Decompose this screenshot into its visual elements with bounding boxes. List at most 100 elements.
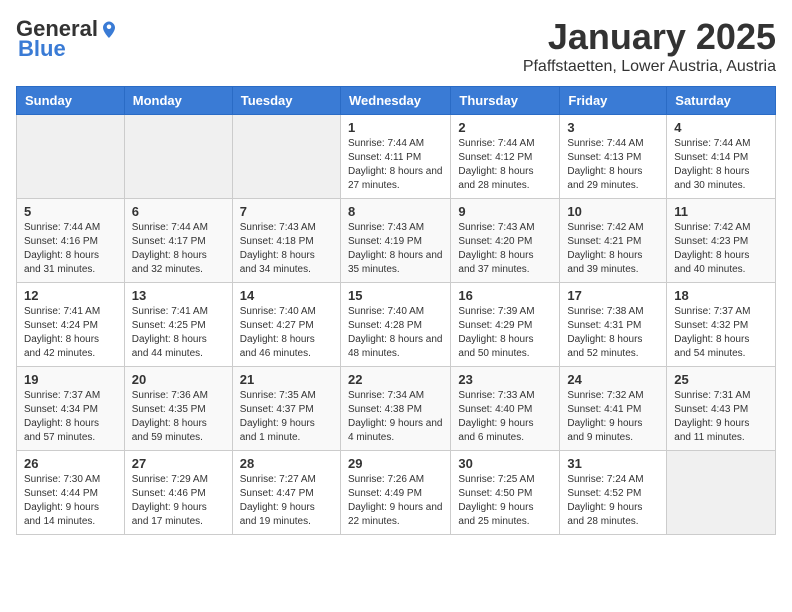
day-info: Sunrise: 7:44 AM Sunset: 4:16 PM Dayligh… — [24, 221, 117, 277]
day-number: 15 — [348, 288, 443, 303]
day-number: 16 — [458, 288, 552, 303]
day-number: 31 — [567, 456, 659, 471]
table-row: 15 Sunrise: 7:40 AM Sunset: 4:28 PM Dayli… — [340, 283, 450, 367]
calendar-table: Sunday Monday Tuesday Wednesday Thursday… — [16, 86, 776, 535]
day-info: Sunrise: 7:26 AM Sunset: 4:49 PM Dayligh… — [348, 473, 443, 529]
table-row: 14 Sunrise: 7:40 AM Sunset: 4:27 PM Dayli… — [232, 283, 340, 367]
table-row: 8Sunrise: 7:43 AM Sunset: 4:19 PM Daylig… — [340, 199, 450, 283]
day-number: 24 — [567, 372, 659, 387]
day-number: 7 — [240, 204, 333, 219]
day-info: Sunrise: 7:38 AM Sunset: 4:31 PM Dayligh… — [567, 305, 659, 361]
day-info: Sunrise: 7:30 AM Sunset: 4:44 PM Dayligh… — [24, 473, 117, 529]
day-number: 13 — [132, 288, 225, 303]
day-info: Sunrise: 7:33 AM Sunset: 4:40 PM Dayligh… — [458, 389, 552, 445]
day-number: 2 — [458, 120, 552, 135]
table-row: 22 Sunrise: 7:34 AM Sunset: 4:38 PM Dayli… — [340, 367, 450, 451]
day-info: Sunrise: 7:27 AM Sunset: 4:47 PM Dayligh… — [240, 473, 333, 529]
header-tuesday: Tuesday — [232, 87, 340, 115]
table-row: 28 Sunrise: 7:27 AM Sunset: 4:47 PM Dayli… — [232, 451, 340, 535]
logo-blue-text: Blue — [18, 36, 66, 62]
day-number: 22 — [348, 372, 443, 387]
table-row: 21 Sunrise: 7:35 AM Sunset: 4:37 PM Dayli… — [232, 367, 340, 451]
header-sunday: Sunday — [17, 87, 125, 115]
table-row — [124, 115, 232, 199]
day-number: 21 — [240, 372, 333, 387]
day-info: Sunrise: 7:44 AM Sunset: 4:11 PM Dayligh… — [348, 137, 443, 193]
table-row: 4 Sunrise: 7:44 AM Sunset: 4:14 PM Daylig… — [667, 115, 776, 199]
table-row: 2 Sunrise: 7:44 AM Sunset: 4:12 PM Daylig… — [451, 115, 560, 199]
day-info: Sunrise: 7:35 AM Sunset: 4:37 PM Dayligh… — [240, 389, 333, 445]
day-number: 8 — [348, 204, 443, 219]
calendar-week-row: 1 Sunrise: 7:44 AM Sunset: 4:11 PM Daylig… — [17, 115, 776, 199]
day-number: 25 — [674, 372, 768, 387]
table-row: 6 Sunrise: 7:44 AM Sunset: 4:17 PM Daylig… — [124, 199, 232, 283]
table-row: 25 Sunrise: 7:31 AM Sunset: 4:43 PM Dayli… — [667, 367, 776, 451]
table-row: 1 Sunrise: 7:44 AM Sunset: 4:11 PM Daylig… — [340, 115, 450, 199]
day-info: Sunrise: 7:25 AM Sunset: 4:50 PM Dayligh… — [458, 473, 552, 529]
day-info: Sunrise: 7:32 AM Sunset: 4:41 PM Dayligh… — [567, 389, 659, 445]
day-number: 20 — [132, 372, 225, 387]
day-info: Sunrise: 7:37 AM Sunset: 4:32 PM Dayligh… — [674, 305, 768, 361]
table-row: 18Sunrise: 7:37 AM Sunset: 4:32 PM Dayli… — [667, 283, 776, 367]
header-monday: Monday — [124, 87, 232, 115]
table-row: 23 Sunrise: 7:33 AM Sunset: 4:40 PM Dayli… — [451, 367, 560, 451]
day-number: 10 — [567, 204, 659, 219]
table-row — [232, 115, 340, 199]
day-info: Sunrise: 7:40 AM Sunset: 4:27 PM Dayligh… — [240, 305, 333, 361]
page-header: General Blue January 2025 Pfaffstaetten,… — [16, 16, 776, 76]
header-thursday: Thursday — [451, 87, 560, 115]
table-row: 24 Sunrise: 7:32 AM Sunset: 4:41 PM Dayli… — [560, 367, 667, 451]
table-row: 13Sunrise: 7:41 AM Sunset: 4:25 PM Dayli… — [124, 283, 232, 367]
day-info: Sunrise: 7:44 AM Sunset: 4:17 PM Dayligh… — [132, 221, 225, 277]
day-number: 17 — [567, 288, 659, 303]
table-row: 10Sunrise: 7:42 AM Sunset: 4:21 PM Dayli… — [560, 199, 667, 283]
table-row: 5 Sunrise: 7:44 AM Sunset: 4:16 PM Daylig… — [17, 199, 125, 283]
day-info: Sunrise: 7:34 AM Sunset: 4:38 PM Dayligh… — [348, 389, 443, 445]
table-row: 12 Sunrise: 7:41 AM Sunset: 4:24 PM Dayli… — [17, 283, 125, 367]
table-row: 19Sunrise: 7:37 AM Sunset: 4:34 PM Dayli… — [17, 367, 125, 451]
header-friday: Friday — [560, 87, 667, 115]
table-row: 26 Sunrise: 7:30 AM Sunset: 4:44 PM Dayli… — [17, 451, 125, 535]
day-info: Sunrise: 7:44 AM Sunset: 4:14 PM Dayligh… — [674, 137, 768, 193]
header-wednesday: Wednesday — [340, 87, 450, 115]
table-row: 29 Sunrise: 7:26 AM Sunset: 4:49 PM Dayli… — [340, 451, 450, 535]
day-number: 23 — [458, 372, 552, 387]
day-info: Sunrise: 7:31 AM Sunset: 4:43 PM Dayligh… — [674, 389, 768, 445]
logo: General Blue — [16, 16, 118, 62]
day-number: 4 — [674, 120, 768, 135]
day-number: 19 — [24, 372, 117, 387]
day-number: 28 — [240, 456, 333, 471]
location-title: Pfaffstaetten, Lower Austria, Austria — [523, 58, 776, 76]
day-number: 6 — [132, 204, 225, 219]
day-info: Sunrise: 7:39 AM Sunset: 4:29 PM Dayligh… — [458, 305, 552, 361]
table-row: 20 Sunrise: 7:36 AM Sunset: 4:35 PM Dayli… — [124, 367, 232, 451]
calendar-header-row: Sunday Monday Tuesday Wednesday Thursday… — [17, 87, 776, 115]
day-info: Sunrise: 7:42 AM Sunset: 4:23 PM Dayligh… — [674, 221, 768, 277]
table-row: 27Sunrise: 7:29 AM Sunset: 4:46 PM Dayli… — [124, 451, 232, 535]
day-number: 14 — [240, 288, 333, 303]
table-row: 16 Sunrise: 7:39 AM Sunset: 4:29 PM Dayli… — [451, 283, 560, 367]
table-row — [667, 451, 776, 535]
calendar-week-row: 26 Sunrise: 7:30 AM Sunset: 4:44 PM Dayli… — [17, 451, 776, 535]
day-number: 29 — [348, 456, 443, 471]
day-info: Sunrise: 7:29 AM Sunset: 4:46 PM Dayligh… — [132, 473, 225, 529]
table-row: 17 Sunrise: 7:38 AM Sunset: 4:31 PM Dayli… — [560, 283, 667, 367]
day-info: Sunrise: 7:43 AM Sunset: 4:20 PM Dayligh… — [458, 221, 552, 277]
day-info: Sunrise: 7:43 AM Sunset: 4:18 PM Dayligh… — [240, 221, 333, 277]
day-info: Sunrise: 7:41 AM Sunset: 4:24 PM Dayligh… — [24, 305, 117, 361]
day-number: 30 — [458, 456, 552, 471]
logo-icon — [100, 20, 118, 38]
table-row: 9 Sunrise: 7:43 AM Sunset: 4:20 PM Daylig… — [451, 199, 560, 283]
day-info: Sunrise: 7:44 AM Sunset: 4:12 PM Dayligh… — [458, 137, 552, 193]
day-info: Sunrise: 7:36 AM Sunset: 4:35 PM Dayligh… — [132, 389, 225, 445]
table-row: 11Sunrise: 7:42 AM Sunset: 4:23 PM Dayli… — [667, 199, 776, 283]
day-info: Sunrise: 7:40 AM Sunset: 4:28 PM Dayligh… — [348, 305, 443, 361]
header-saturday: Saturday — [667, 87, 776, 115]
day-number: 1 — [348, 120, 443, 135]
table-row — [17, 115, 125, 199]
day-number: 5 — [24, 204, 117, 219]
day-number: 26 — [24, 456, 117, 471]
day-number: 12 — [24, 288, 117, 303]
calendar-week-row: 19Sunrise: 7:37 AM Sunset: 4:34 PM Dayli… — [17, 367, 776, 451]
day-number: 9 — [458, 204, 552, 219]
